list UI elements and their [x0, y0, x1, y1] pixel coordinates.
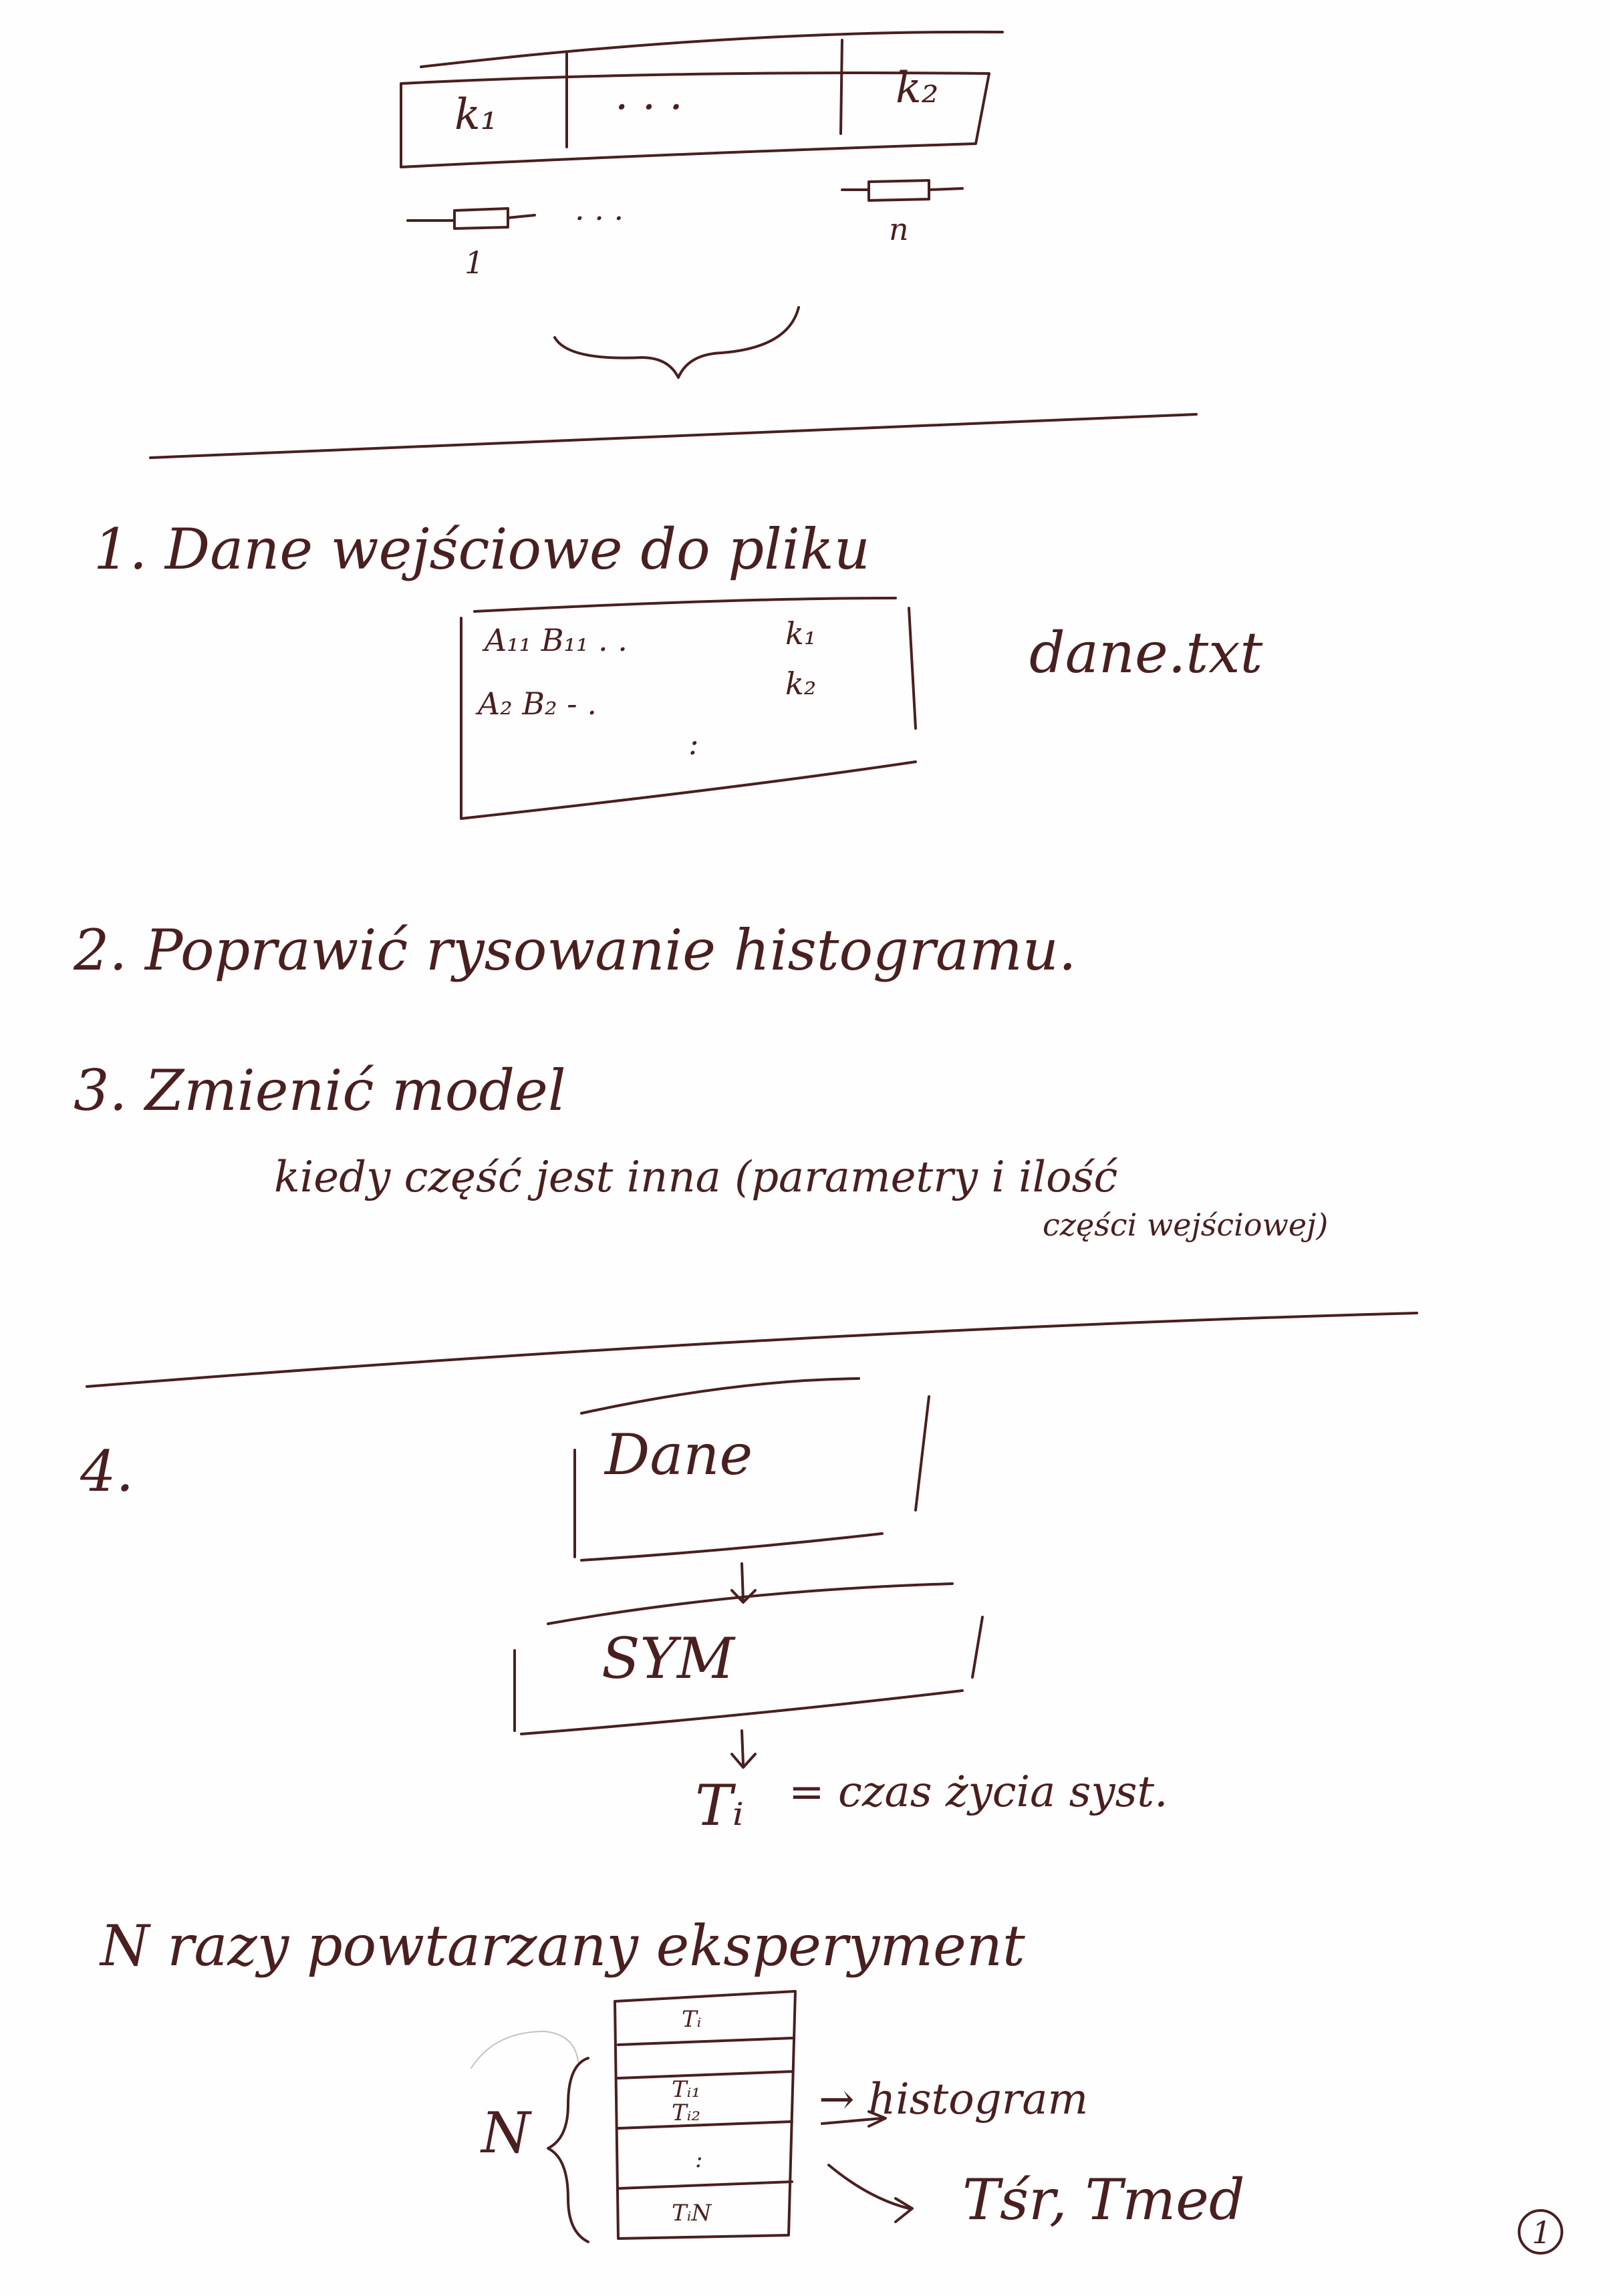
brace	[553, 306, 800, 379]
n-brace	[547, 2057, 589, 2243]
column-row-dots: :	[695, 2146, 703, 2173]
stats-label: Tśr, Tmed	[962, 2167, 1245, 2233]
column-row-2: Tᵢ₂	[672, 2100, 701, 2126]
item4-number: 4.	[80, 1439, 134, 1504]
ti-description: = czas życia syst.	[789, 1767, 1168, 1817]
box-data-label: Dane	[605, 1422, 753, 1487]
arrow-to-ti	[730, 1729, 757, 1769]
ti-label: Tᵢ	[695, 1773, 744, 1838]
column-header: Tᵢ	[682, 2006, 702, 2033]
cell-bar-divider-2	[839, 39, 843, 135]
arrow-stats	[827, 2164, 914, 2223]
histogram-label: → histogram	[819, 2075, 1089, 2124]
table-dots: :	[688, 726, 699, 762]
handwritten-page: k₁ . . . k₂ . . . 1 n 1. Dane wejściowe …	[0, 0, 1610, 2296]
table-k1: k₁	[785, 615, 817, 652]
resistor-1	[406, 207, 536, 230]
separator-2	[86, 1312, 1418, 1388]
cell-last-label: k₂	[896, 63, 939, 113]
column-row-n: TᵢN	[672, 2200, 712, 2227]
resistor-first-label: 1	[464, 245, 485, 281]
item2-text: 2. Poprawić rysowanie histogramu.	[74, 917, 1077, 983]
table-row1: A₁₁ B₁₁ . .	[485, 622, 628, 658]
repeat-text: N razy powtarzany eksperyment	[100, 1913, 1025, 1979]
page-number: 1	[1532, 2214, 1552, 2251]
item3-line2: kiedy część jest inna (parametry i ilość	[274, 1153, 1118, 1202]
n-label: N	[481, 2100, 531, 2166]
column-row-1: Tᵢ₁	[672, 2076, 701, 2103]
cell-first-label: k₁	[454, 90, 498, 140]
item3-line3: części wejściowej)	[1043, 1207, 1329, 1243]
filename: dane.txt	[1029, 620, 1263, 686]
item3-text: 3. Zmienić model	[74, 1058, 566, 1123]
sym-box	[513, 1582, 984, 1735]
box-sym-label: SYM	[601, 1626, 735, 1691]
table-row2: A₂ B₂ - .	[478, 686, 597, 722]
table-k2: k₂	[785, 666, 817, 702]
resistor-last-label: n	[889, 211, 909, 247]
item1-text: 1. Dane wejściowe do pliku	[94, 517, 870, 582]
resistor-dots: . . .	[575, 191, 624, 227]
n-brace-shadow	[471, 2031, 579, 2069]
resistor-n	[841, 179, 964, 202]
separator-1	[149, 413, 1198, 459]
cell-dots: . . .	[615, 70, 683, 120]
cell-bar-top-edge	[420, 30, 1004, 68]
